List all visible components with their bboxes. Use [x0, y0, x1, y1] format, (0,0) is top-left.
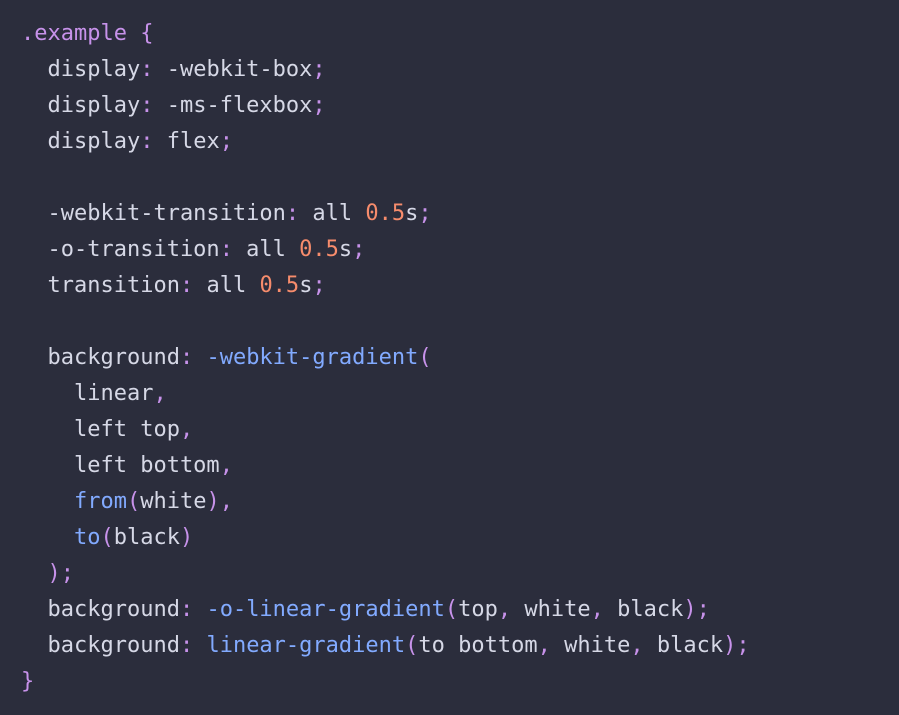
punctuation: ,	[219, 489, 233, 514]
code-text: to bottom	[418, 633, 538, 658]
function-name: -o-linear-gradient	[206, 597, 445, 622]
punctuation: ;	[418, 201, 432, 226]
punctuation: )	[179, 525, 194, 550]
code-text: display	[21, 129, 141, 154]
code-line: -webkit-transition: all 0.5s;	[21, 196, 899, 232]
code-block: .example { display: -webkit-box; display…	[0, 0, 899, 715]
code-text: background	[21, 633, 180, 658]
punctuation: :	[140, 57, 154, 82]
code-line: left bottom,	[21, 448, 899, 484]
code-text: s	[405, 201, 419, 226]
punctuation: ;	[352, 237, 366, 262]
punctuation: );	[723, 633, 750, 658]
punctuation: ,	[179, 417, 194, 442]
code-text: white	[511, 597, 591, 622]
code-line: display: flex;	[21, 124, 899, 160]
number-literal: 0.5	[299, 237, 339, 262]
code-line: background: -o-linear-gradient(top, whit…	[21, 592, 899, 628]
code-line: background: -webkit-gradient(	[21, 340, 899, 376]
code-line: linear,	[21, 376, 899, 412]
function-name: to	[73, 525, 101, 550]
code-text: white	[550, 633, 631, 658]
code-text: s	[299, 273, 313, 298]
punctuation: :	[140, 129, 154, 154]
function-name: from	[73, 489, 127, 514]
code-text: -o-transition	[21, 237, 220, 262]
punctuation: (	[444, 597, 459, 622]
punctuation: ,	[630, 633, 644, 658]
code-line: display: -ms-flexbox;	[21, 88, 899, 124]
code-line: }	[21, 664, 899, 700]
punctuation: {	[140, 21, 154, 46]
code-text: display	[21, 93, 141, 118]
punctuation: );	[21, 561, 74, 586]
code-line: transition: all 0.5s;	[21, 268, 899, 304]
code-text: left top	[21, 417, 180, 442]
code-text: transition	[21, 273, 180, 298]
code-text: top	[458, 597, 498, 622]
function-name: linear-gradient	[206, 633, 406, 658]
punctuation: ;	[219, 129, 233, 154]
code-text: left bottom	[21, 453, 220, 478]
code-text: -webkit-box	[153, 57, 313, 82]
code-text: black	[643, 633, 724, 658]
punctuation: (	[405, 633, 419, 658]
number-literal: 0.5	[365, 201, 406, 226]
punctuation: ;	[312, 93, 326, 118]
punctuation: ,	[590, 597, 604, 622]
code-line: .example {	[21, 16, 899, 52]
code-text: background	[21, 345, 180, 370]
punctuation: );	[683, 597, 710, 622]
code-text: flex	[153, 129, 220, 154]
punctuation: ;	[312, 57, 326, 82]
code-line: left top,	[21, 412, 899, 448]
punctuation: :	[179, 273, 194, 298]
punctuation: (	[100, 525, 114, 550]
css-selector: .example	[21, 21, 141, 46]
code-line: from(white),	[21, 484, 899, 520]
code-text: white	[140, 489, 207, 514]
punctuation: )	[206, 489, 220, 514]
code-text: all	[193, 273, 260, 298]
code-text: -webkit-transition	[21, 201, 286, 226]
punctuation: :	[179, 345, 194, 370]
code-text: black	[113, 525, 180, 550]
code-line: display: -webkit-box;	[21, 52, 899, 88]
punctuation: :	[219, 237, 233, 262]
punctuation: ;	[312, 273, 326, 298]
punctuation: (	[418, 345, 432, 370]
code-line: -o-transition: all 0.5s;	[21, 232, 899, 268]
punctuation: ,	[537, 633, 551, 658]
punctuation: }	[21, 669, 35, 694]
code-line: to(black)	[21, 520, 899, 556]
code-text: display	[21, 57, 141, 82]
code-line: );	[21, 556, 899, 592]
number-literal: 0.5	[259, 273, 300, 298]
punctuation: :	[140, 93, 154, 118]
code-line: background: linear-gradient(to bottom, w…	[21, 628, 899, 664]
function-name: -webkit-gradient	[206, 345, 419, 370]
code-text: black	[603, 597, 684, 622]
punctuation: :	[285, 201, 300, 226]
punctuation: :	[179, 633, 194, 658]
punctuation: ,	[497, 597, 512, 622]
code-text: all	[232, 237, 300, 262]
code-text: all	[299, 201, 366, 226]
punctuation: ,	[153, 381, 167, 406]
code-text: -ms-flexbox	[153, 93, 313, 118]
punctuation: (	[126, 489, 141, 514]
punctuation: ,	[219, 453, 233, 478]
code-text: linear	[21, 381, 154, 406]
punctuation: :	[179, 597, 194, 622]
code-text: background	[21, 597, 180, 622]
code-text: s	[338, 237, 353, 262]
